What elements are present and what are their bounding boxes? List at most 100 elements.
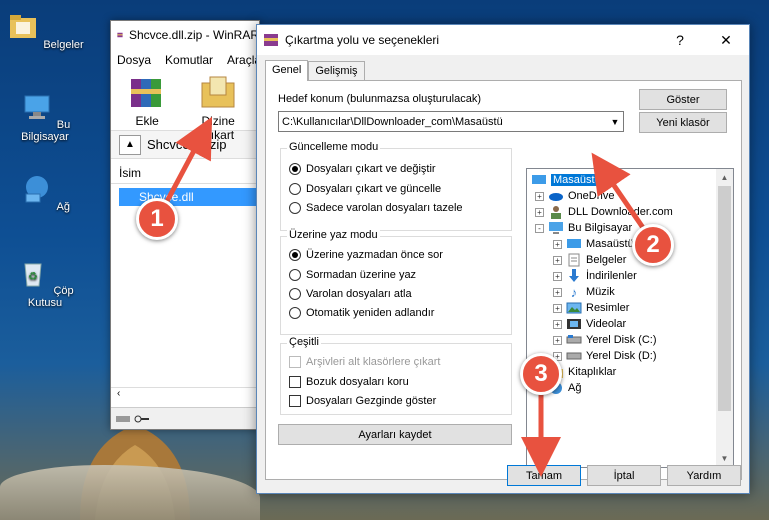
- overwrite-mode-title: Üzerine yaz modu: [287, 229, 380, 241]
- file-row[interactable]: Shcvce.dll: [119, 188, 259, 206]
- step-marker-1: 1: [136, 198, 178, 240]
- radio-skip-existing[interactable]: Varolan dosyaları atla: [289, 288, 412, 300]
- checkbox-icon[interactable]: [289, 356, 301, 368]
- tab-advanced[interactable]: Gelişmiş: [308, 61, 365, 80]
- radio-label: Üzerine yazmadan önce sor: [306, 249, 443, 261]
- desktop-icon-recycle-bin[interactable]: ♻ Çöp Kutusu: [5, 256, 85, 309]
- scrollbar-thumb[interactable]: [718, 186, 731, 411]
- radio-icon[interactable]: [289, 202, 301, 214]
- cancel-button[interactable]: İptal: [587, 465, 661, 486]
- expand-icon[interactable]: +: [553, 303, 562, 313]
- tree-node-videos[interactable]: + Videolar: [553, 316, 626, 332]
- menu-item-tools[interactable]: Araçlar: [227, 53, 259, 67]
- tree-node-desktop-root[interactable]: Masaüstü: [531, 172, 603, 188]
- radio-ask-before-overwrite[interactable]: Üzerine yazmadan önce sor: [289, 249, 443, 261]
- documents-icon: [568, 253, 580, 267]
- menu-item-commands[interactable]: Komutlar: [165, 53, 213, 67]
- expand-icon[interactable]: +: [553, 335, 562, 345]
- tree-node-label: İndirilenler: [586, 270, 637, 282]
- radio-overwrite-without-prompt[interactable]: Sormadan üzerine yaz: [289, 269, 416, 281]
- tree-node-label: Bu Bilgisayar: [568, 222, 633, 234]
- tree-node-disk-d[interactable]: + Yerel Disk (D:): [553, 348, 657, 364]
- destination-path-combobox[interactable]: C:\Kullanıcılar\DllDownloader_com\Masaüs…: [278, 111, 624, 132]
- radio-icon[interactable]: [289, 183, 301, 195]
- winrar-title: Shcvce.dll.zip - WinRAR: [128, 28, 259, 42]
- chevron-down-icon[interactable]: ▼: [607, 117, 623, 127]
- tab-general[interactable]: Genel: [265, 60, 309, 81]
- desktop-icon-computer[interactable]: Bu Bilgisayar: [5, 90, 85, 143]
- radio-extract-update[interactable]: Dosyaları çıkart ve güncelle: [289, 183, 441, 195]
- expand-icon[interactable]: +: [535, 191, 544, 201]
- check-keep-broken[interactable]: Bozuk dosyaları koru: [289, 376, 409, 388]
- radio-rename-automatically[interactable]: Otomatik yeniden adlandır: [289, 307, 434, 319]
- svg-text:♪: ♪: [571, 285, 578, 299]
- extraction-dialog[interactable]: Çıkartma yolu ve seçenekleri ? ✕ Genel G…: [256, 24, 750, 494]
- checkbox-label: Bozuk dosyaları koru: [306, 376, 409, 388]
- key-icon: [134, 415, 149, 422]
- expand-icon[interactable]: +: [553, 287, 562, 297]
- folder-tree[interactable]: Masaüstü + OneDrive + DLL Downloader.com…: [526, 168, 734, 468]
- user-icon: [551, 206, 561, 219]
- radio-icon[interactable]: [289, 288, 301, 300]
- save-settings-button[interactable]: Ayarları kaydet: [278, 424, 512, 445]
- collapse-icon[interactable]: -: [535, 223, 544, 233]
- tree-node-pictures[interactable]: + Resimler: [553, 300, 629, 316]
- check-extract-subfolders[interactable]: Arşivleri alt klasörlere çıkart: [289, 356, 440, 368]
- svg-text:♻: ♻: [28, 271, 38, 283]
- expand-icon[interactable]: +: [553, 319, 562, 329]
- tree-node-music[interactable]: + ♪ Müzik: [553, 284, 615, 300]
- winrar-window[interactable]: Shcvce.dll.zip - WinRAR Dosya Komutlar A…: [110, 20, 260, 430]
- dialog-titlebar[interactable]: Çıkartma yolu ve seçenekleri ? ✕: [257, 25, 749, 55]
- scroll-up-icon[interactable]: ▲: [716, 169, 733, 186]
- dialog-help-button[interactable]: Yardım: [667, 465, 741, 486]
- checkbox-icon[interactable]: [289, 395, 301, 407]
- tree-node-this-pc[interactable]: - Bu Bilgisayar: [535, 220, 632, 236]
- tree-node-onedrive[interactable]: + OneDrive: [535, 188, 614, 204]
- tree-scrollbar[interactable]: ▲ ▼: [716, 169, 733, 467]
- tree-node-documents[interactable]: + Belgeler: [553, 252, 626, 268]
- radio-label: Dosyaları çıkart ve değiştir: [306, 163, 436, 175]
- radio-label: Dosyaları çıkart ve güncelle: [306, 183, 442, 195]
- dialog-title: Çıkartma yolu ve seçenekleri: [285, 33, 440, 47]
- show-button[interactable]: Göster: [639, 89, 727, 110]
- recycle-bin-icon: ♻: [24, 263, 42, 287]
- ok-button[interactable]: Tamam: [507, 465, 581, 486]
- tree-node-label: Resimler: [586, 302, 630, 314]
- radio-freshen-existing[interactable]: Sadece varolan dosyaları tazele: [289, 202, 463, 214]
- expand-icon[interactable]: +: [553, 239, 562, 249]
- computer-icon: [549, 222, 563, 234]
- radio-icon[interactable]: [289, 307, 301, 319]
- expand-icon[interactable]: +: [553, 271, 562, 281]
- tree-node-label: DLL Downloader.com: [568, 206, 673, 218]
- onedrive-icon: [549, 193, 563, 201]
- winrar-titlebar[interactable]: Shcvce.dll.zip - WinRAR: [111, 21, 259, 49]
- checkbox-label: Arşivleri alt klasörlere çıkart: [306, 356, 441, 368]
- radio-extract-replace[interactable]: Dosyaları çıkart ve değiştir: [289, 163, 436, 175]
- tree-node-pc-desktop[interactable]: + Masaüstü: [553, 236, 634, 252]
- expand-icon[interactable]: +: [553, 255, 562, 265]
- check-show-in-explorer[interactable]: Dosyaları Gezginde göster: [289, 395, 436, 407]
- desktop-icon: [532, 175, 546, 184]
- desktop-icon-documents[interactable]: Belgeler: [5, 10, 85, 51]
- expand-icon[interactable]: +: [535, 207, 544, 217]
- winrar-address-bar: ▲ Shcvce.dll.zip: [111, 131, 259, 159]
- tree-node-user[interactable]: + DLL Downloader.com: [535, 204, 673, 220]
- desktop-icon-network[interactable]: Ağ: [5, 172, 85, 213]
- tree-node-label: Yerel Disk (D:): [586, 350, 657, 362]
- extract-to-button[interactable]: Dizine Çıkart: [185, 75, 251, 142]
- radio-icon[interactable]: [289, 249, 301, 261]
- new-folder-button[interactable]: Yeni klasör: [639, 112, 727, 133]
- up-folder-button[interactable]: ▲: [119, 134, 141, 155]
- checkbox-icon[interactable]: [289, 376, 301, 388]
- radio-icon[interactable]: [289, 269, 301, 281]
- winrar-hscrollbar[interactable]: ‹: [111, 387, 259, 403]
- add-button[interactable]: Ekle: [119, 75, 175, 128]
- tree-node-label: OneDrive: [568, 190, 615, 202]
- close-icon[interactable]: ✕: [703, 25, 749, 55]
- tree-node-disk-c[interactable]: + Yerel Disk (C:): [553, 332, 657, 348]
- menu-item-file[interactable]: Dosya: [117, 53, 151, 67]
- tree-node-downloads[interactable]: + İndirilenler: [553, 268, 637, 284]
- help-button[interactable]: ?: [657, 25, 703, 55]
- radio-icon[interactable]: [289, 163, 301, 175]
- column-header-name[interactable]: İsim: [111, 162, 259, 184]
